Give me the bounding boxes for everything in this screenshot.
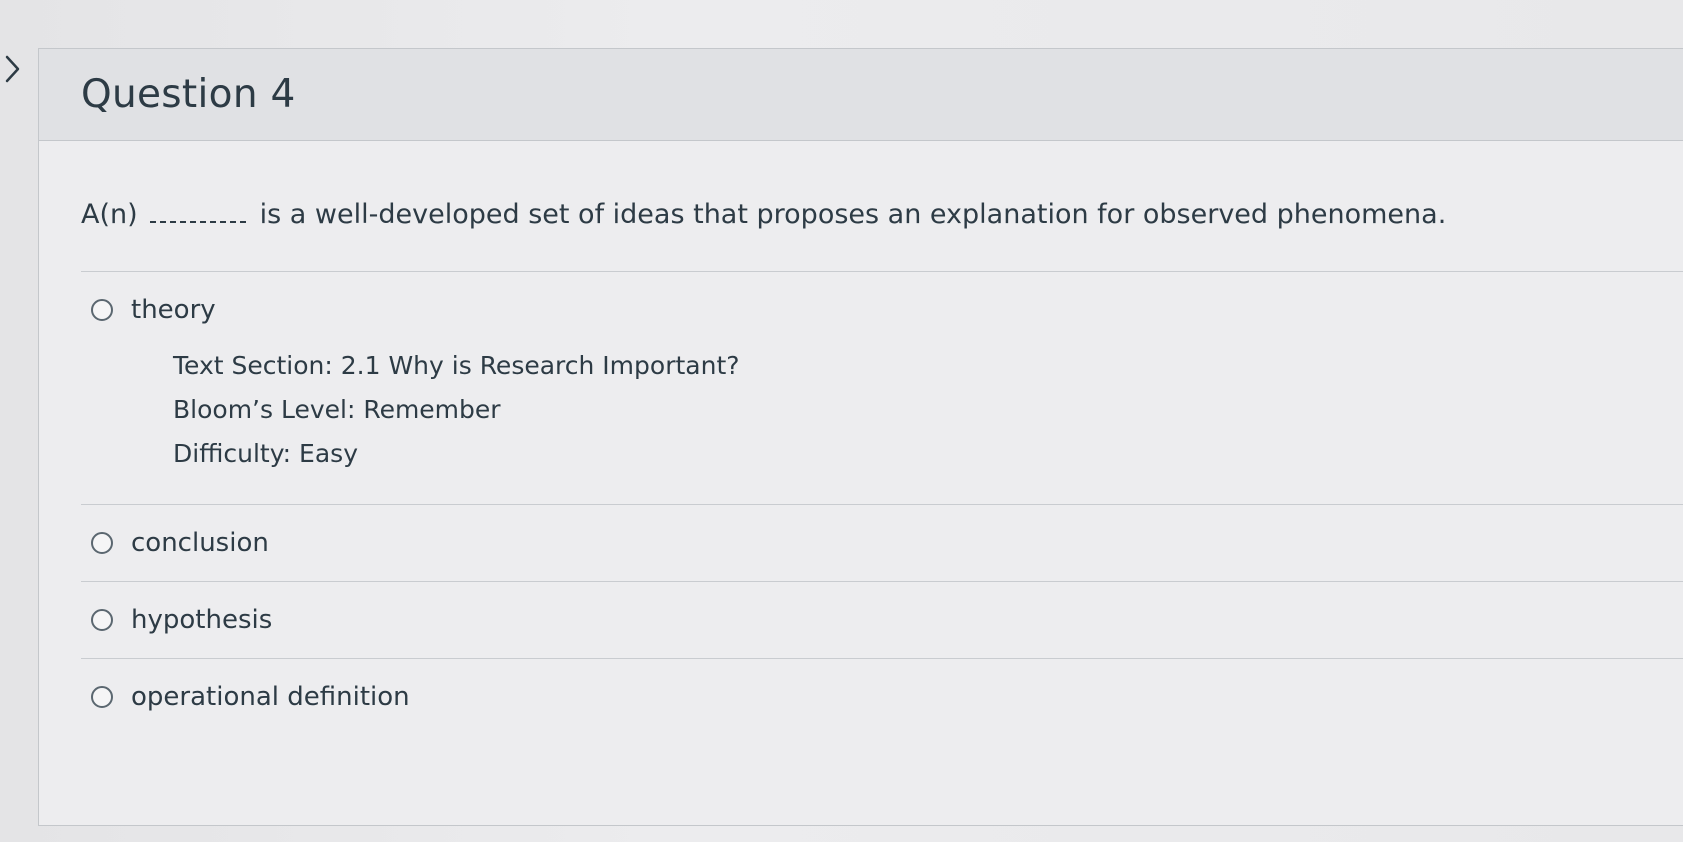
answer-comment: Text Section: 2.1 Why is Research Import…	[81, 344, 1683, 504]
question-prompt: A(n) is a well-developed set of ideas tha…	[81, 199, 1683, 231]
question-header: Question 4	[39, 49, 1683, 141]
radio-unselected-icon[interactable]	[91, 686, 113, 709]
comment-difficulty: Difficulty: Easy	[173, 439, 358, 469]
fill-in-blank	[149, 207, 246, 223]
answer-option-theory[interactable]: theory	[81, 272, 1683, 348]
radio-unselected-icon[interactable]	[91, 532, 113, 555]
prompt-before: A(n)	[81, 199, 138, 230]
question-card: Question 4 A(n) is a well-developed set o…	[38, 48, 1683, 826]
answer-label: operational definition	[131, 682, 410, 713]
answer-label: hypothesis	[131, 605, 273, 636]
prompt-after: is a well-developed set of ideas that pr…	[259, 199, 1447, 230]
comment-blooms-level: Bloom’s Level: Remember	[173, 395, 501, 425]
answer-option-operational-definition[interactable]: operational definition	[81, 659, 1683, 735]
quiz-page: Question 4 A(n) is a well-developed set o…	[0, 0, 1683, 842]
answer-option-hypothesis[interactable]: hypothesis	[81, 582, 1683, 658]
radio-unselected-icon[interactable]	[91, 299, 113, 322]
question-title: Question 4	[81, 72, 296, 117]
comment-text-section: Text Section: 2.1 Why is Research Import…	[173, 351, 740, 381]
answer-option-conclusion[interactable]: conclusion	[81, 505, 1683, 581]
radio-unselected-icon[interactable]	[91, 609, 113, 632]
chevron-right-icon[interactable]	[0, 52, 26, 86]
answer-label: theory	[131, 295, 216, 326]
question-body: A(n) is a well-developed set of ideas tha…	[39, 199, 1683, 735]
answer-label: conclusion	[131, 528, 269, 559]
